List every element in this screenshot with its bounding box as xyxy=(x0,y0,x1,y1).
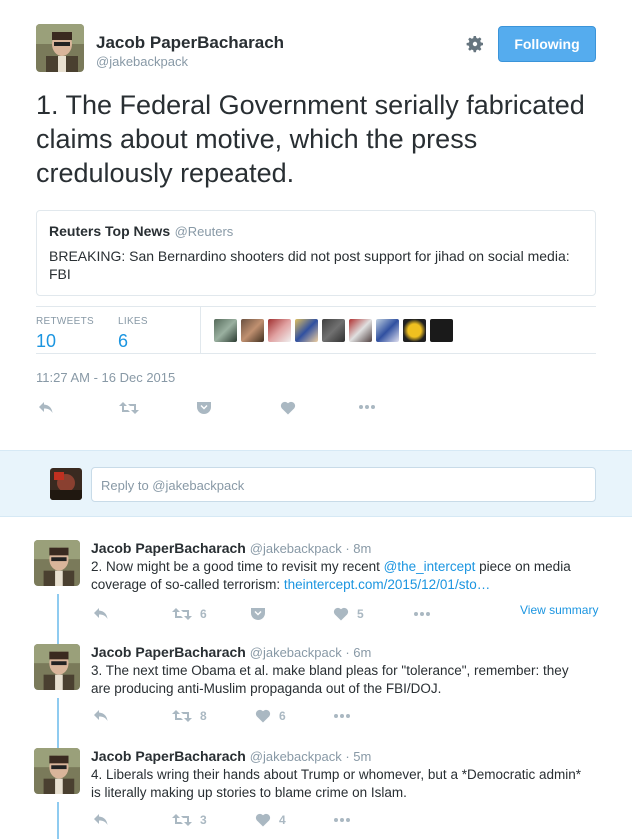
retweets-stat[interactable]: RETWEETS 10 xyxy=(36,316,94,352)
heart-icon xyxy=(280,401,296,415)
quote-author-handle: @Reuters xyxy=(174,224,234,239)
view-summary-link[interactable]: View summary xyxy=(520,603,598,617)
pocket-icon xyxy=(251,608,265,620)
heart-icon xyxy=(333,607,349,621)
reply-author-name[interactable]: Jacob PaperBacharach xyxy=(91,644,246,660)
url-link[interactable]: theintercept.com/2015/12/01/sto… xyxy=(284,577,490,592)
more-button[interactable] xyxy=(333,711,351,721)
save-button[interactable] xyxy=(250,607,266,621)
tweet-stats: RETWEETS 10 LIKES 6 xyxy=(36,306,596,354)
likes-label: LIKES xyxy=(118,316,148,327)
more-icon xyxy=(414,612,430,616)
reply-icon xyxy=(39,402,53,413)
reply-meta[interactable]: @jakebackpack · 6m xyxy=(250,645,372,660)
quote-text: BREAKING: San Bernardino shooters did no… xyxy=(49,248,570,282)
reply-button[interactable] xyxy=(38,401,54,415)
retweet-icon xyxy=(172,608,192,620)
retweet-icon xyxy=(119,402,139,414)
retweet-icon xyxy=(172,710,192,722)
liker-avatar[interactable] xyxy=(295,319,318,342)
like-count: 5 xyxy=(357,607,364,621)
liker-avatar[interactable] xyxy=(268,319,291,342)
following-button[interactable]: Following xyxy=(498,26,596,62)
reply-author-line: Jacob PaperBacharach @jakebackpack · 5m xyxy=(91,748,371,764)
quote-author-name: Reuters Top News xyxy=(49,223,171,239)
current-user-avatar xyxy=(50,468,82,500)
author-avatar[interactable] xyxy=(36,24,84,72)
heart-icon xyxy=(255,813,271,827)
more-icon xyxy=(334,714,350,718)
reply-meta[interactable]: @jakebackpack · 5m xyxy=(250,749,372,764)
reply-icon xyxy=(94,710,108,721)
save-button[interactable] xyxy=(196,401,212,415)
retweet-icon xyxy=(172,814,192,826)
author-avatar[interactable] xyxy=(34,644,80,690)
liker-avatar[interactable] xyxy=(241,319,264,342)
like-button[interactable]: 4 xyxy=(255,813,286,827)
mention-link[interactable]: @the_intercept xyxy=(384,559,476,574)
retweets-label: RETWEETS xyxy=(36,316,94,327)
liker-avatar[interactable] xyxy=(349,319,372,342)
reply-author-name[interactable]: Jacob PaperBacharach xyxy=(91,748,246,764)
retweet-button[interactable]: 8 xyxy=(172,709,207,723)
author-name[interactable]: Jacob PaperBacharach xyxy=(96,33,284,53)
likes-stat[interactable]: LIKES 6 xyxy=(118,316,148,352)
reply-button[interactable] xyxy=(93,607,109,621)
liker-avatar[interactable] xyxy=(214,319,237,342)
reply-icon xyxy=(94,814,108,825)
author-avatar[interactable] xyxy=(34,540,80,586)
more-icon xyxy=(359,405,375,409)
liker-avatar[interactable] xyxy=(403,319,426,342)
main-tweet: Jacob PaperBacharach @jakebackpack Follo… xyxy=(0,0,632,450)
tweet-text: 1. The Federal Government serially fabri… xyxy=(36,90,585,188)
retweet-count: 6 xyxy=(200,607,207,621)
reply-author-name[interactable]: Jacob PaperBacharach xyxy=(91,540,246,556)
reply-icon xyxy=(94,608,108,619)
reply-tweet[interactable]: Jacob PaperBacharach @jakebackpack · 5m … xyxy=(0,738,632,839)
like-count: 6 xyxy=(279,709,286,723)
reply-author-line: Jacob PaperBacharach @jakebackpack · 8m xyxy=(91,540,371,556)
like-button[interactable] xyxy=(280,401,296,415)
liker-avatar[interactable] xyxy=(430,319,453,342)
gear-icon[interactable] xyxy=(465,34,485,54)
retweet-count: 3 xyxy=(200,813,207,827)
retweet-button[interactable]: 6 xyxy=(172,607,207,621)
reply-input[interactable]: Reply to @jakebackpack xyxy=(91,467,596,502)
tweet-timestamp[interactable]: 11:27 AM - 16 Dec 2015 xyxy=(36,370,175,385)
retweet-count: 8 xyxy=(200,709,207,723)
reply-text: 3. The next time Obama et al. make bland… xyxy=(91,663,569,696)
like-button[interactable]: 5 xyxy=(333,607,364,621)
more-icon xyxy=(334,818,350,822)
author-avatar[interactable] xyxy=(34,748,80,794)
reply-text: 4. Liberals wring their hands about Trum… xyxy=(91,767,581,800)
pocket-icon xyxy=(197,402,211,414)
retweet-button[interactable] xyxy=(119,401,139,415)
liker-avatar[interactable] xyxy=(322,319,345,342)
reply-composer: Reply to @jakebackpack xyxy=(0,450,632,517)
stats-divider xyxy=(200,307,201,353)
reply-text-part: 2. Now might be a good time to revisit m… xyxy=(91,559,384,574)
likes-count: 6 xyxy=(118,331,129,351)
more-button[interactable] xyxy=(358,402,376,412)
reply-author-line: Jacob PaperBacharach @jakebackpack · 6m xyxy=(91,644,371,660)
retweets-count: 10 xyxy=(36,331,57,351)
reply-meta[interactable]: @jakebackpack · 8m xyxy=(250,541,372,556)
more-button[interactable] xyxy=(413,609,431,619)
reply-button[interactable] xyxy=(93,813,109,827)
retweet-button[interactable]: 3 xyxy=(172,813,207,827)
reply-text: 2. Now might be a good time to revisit m… xyxy=(91,558,591,594)
liker-avatar[interactable] xyxy=(376,319,399,342)
like-button[interactable]: 6 xyxy=(255,709,286,723)
reply-tweet[interactable]: Jacob PaperBacharach @jakebackpack · 8m … xyxy=(0,530,632,634)
reply-button[interactable] xyxy=(93,709,109,723)
quoted-tweet[interactable]: Reuters Top News @Reuters BREAKING: San … xyxy=(36,210,596,296)
more-button[interactable] xyxy=(333,815,351,825)
likers-avatars xyxy=(214,319,453,342)
author-handle[interactable]: @jakebackpack xyxy=(96,54,188,69)
like-count: 4 xyxy=(279,813,286,827)
heart-icon xyxy=(255,709,271,723)
reply-tweet[interactable]: Jacob PaperBacharach @jakebackpack · 6m … xyxy=(0,634,632,738)
